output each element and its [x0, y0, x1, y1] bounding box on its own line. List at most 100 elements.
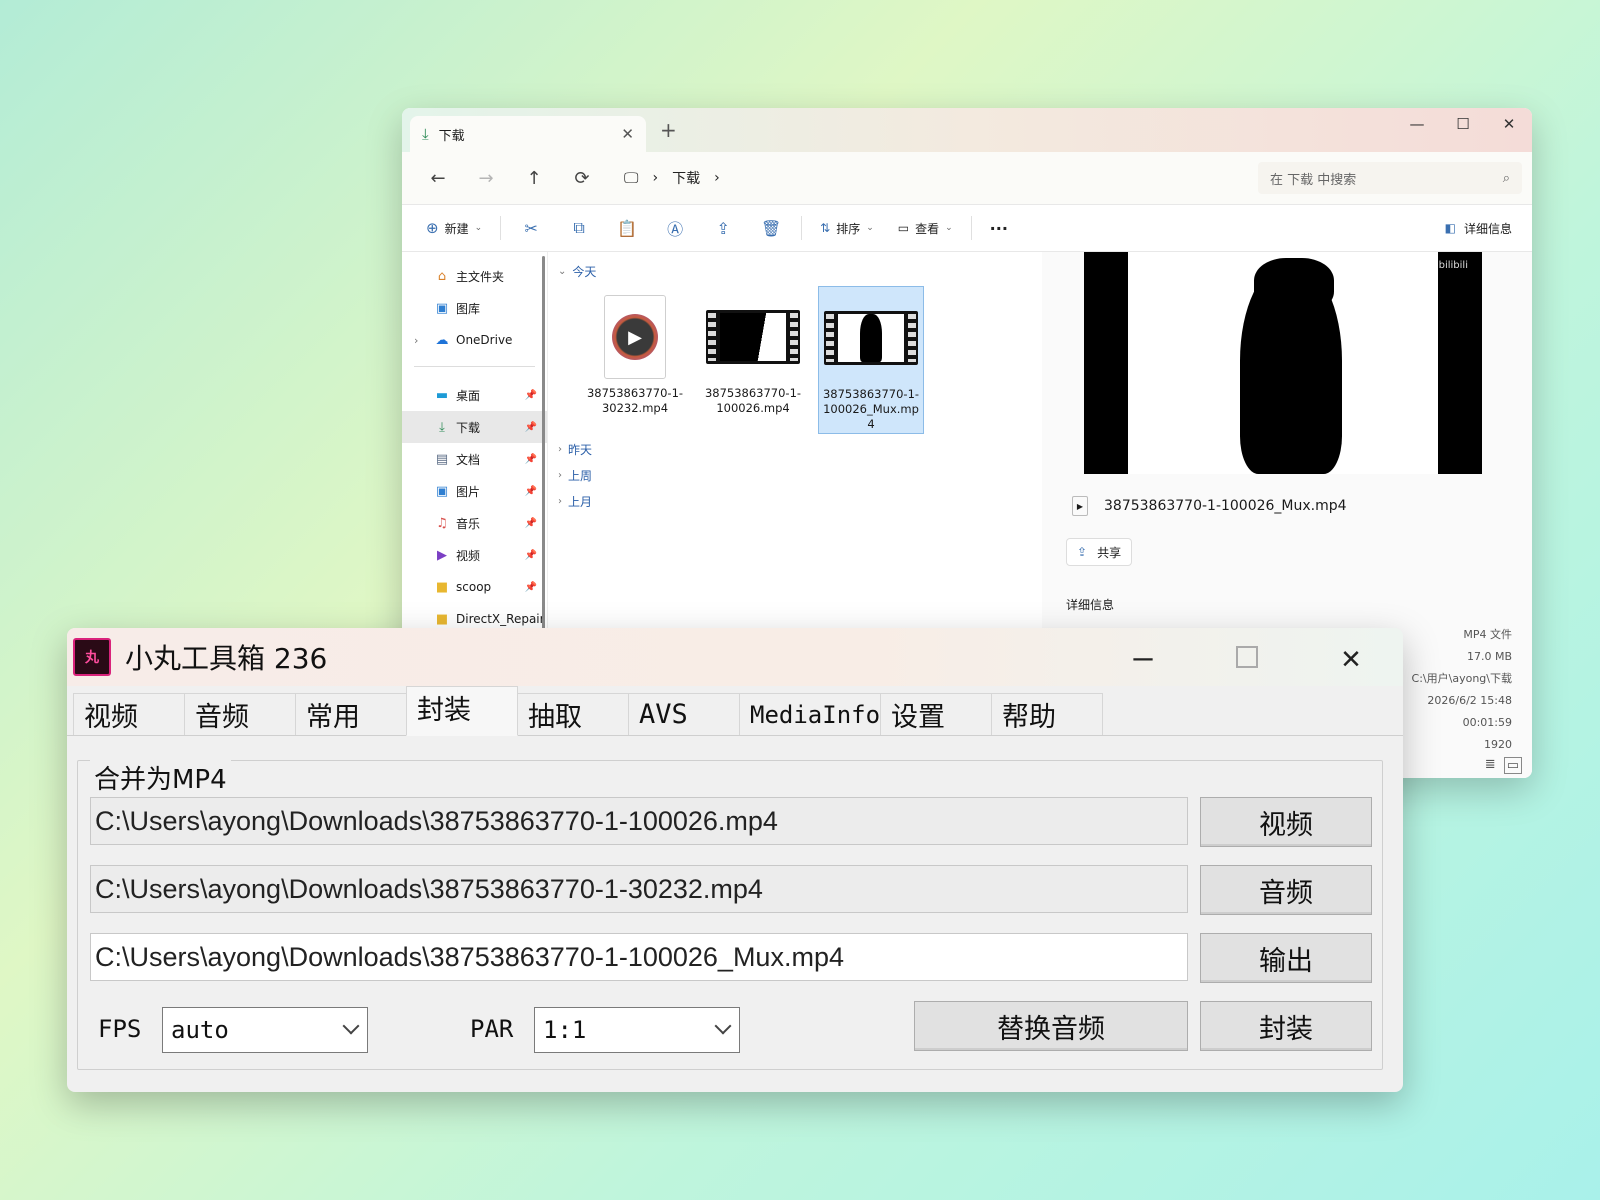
sidebar-item-pictures[interactable]: ▣ 图片 📌: [402, 475, 547, 507]
details-pane-button[interactable]: ◧ 详细信息: [1445, 220, 1512, 237]
view-button[interactable]: ▭ 查看 ⌄: [886, 212, 965, 244]
tab-settings[interactable]: 设置: [880, 693, 992, 735]
explorer-tab[interactable]: ⤓ 下载 ✕: [410, 116, 646, 152]
tab-close-icon[interactable]: ✕: [621, 125, 634, 143]
chevron-down-icon: ⌄: [866, 223, 874, 233]
group-header-last-month[interactable]: › 上月: [558, 492, 1032, 510]
sidebar-item-gallery[interactable]: ▣ 图库: [402, 292, 547, 324]
sidebar-item-scoop[interactable]: ■ scoop 📌: [402, 571, 547, 603]
divider: [414, 366, 535, 367]
fps-select[interactable]: auto: [162, 1007, 368, 1053]
par-select[interactable]: 1:1: [534, 1007, 740, 1053]
list-view-icon[interactable]: ≣: [1485, 757, 1496, 774]
search-placeholder: 在 下载 中搜索: [1270, 172, 1357, 188]
breadcrumb-separator[interactable]: ›: [652, 170, 658, 186]
sidebar-item-music[interactable]: ♫ 音乐 📌: [402, 507, 547, 539]
video-icon: ▶: [437, 547, 447, 563]
address-bar: ← → ↑ ⟳ 🖵 › 下载 › 在 下载 中搜索 ⌕: [402, 152, 1532, 204]
sidebar-item-label: 视频: [456, 548, 481, 563]
minimize-icon[interactable]: —: [1394, 108, 1440, 140]
sidebar-item-label: 图库: [456, 301, 481, 316]
share-button[interactable]: ⇪ 共享: [1066, 538, 1133, 566]
toolbox-window: 丸 小丸工具箱 236 — ✕ 视频 音频 常用 封装 抽取 AVS Media…: [67, 628, 1403, 1092]
video-path-field[interactable]: C:\Users\ayong\Downloads\38753863770-1-1…: [90, 797, 1188, 845]
cut-icon[interactable]: ✂: [507, 219, 555, 238]
divider: [500, 216, 502, 240]
chevron-down-icon: [714, 1017, 732, 1035]
sort-button[interactable]: ⇅ 排序 ⌄: [808, 212, 886, 244]
sidebar-item-downloads[interactable]: ⤓ 下载 📌: [402, 411, 547, 443]
share-icon[interactable]: ⇪: [699, 219, 747, 238]
tab-strip: 视频 音频 常用 封装 抽取 AVS MediaInfo 设置 帮助: [67, 686, 1403, 736]
forward-arrow-icon[interactable]: →: [462, 168, 510, 189]
audio-button[interactable]: 音频: [1200, 865, 1372, 915]
tab-mediainfo[interactable]: MediaInfo: [739, 693, 881, 735]
delete-icon[interactable]: 🗑: [747, 219, 795, 238]
details-label: 详细信息: [1463, 221, 1512, 236]
chevron-right-icon[interactable]: ›: [414, 334, 418, 347]
tile-view-icon[interactable]: ▭: [1503, 757, 1522, 774]
chevron-right-icon: ›: [558, 495, 562, 507]
tab-avs[interactable]: AVS: [628, 693, 740, 735]
breadcrumb[interactable]: 🖵 › 下载 ›: [624, 168, 720, 188]
folder-icon: ■: [435, 611, 449, 627]
details-pane-icon: ◧: [1444, 221, 1456, 235]
replace-audio-button[interactable]: 替换音频: [914, 1001, 1188, 1051]
tab-common[interactable]: 常用: [295, 693, 407, 735]
maximize-icon[interactable]: ☐: [1440, 108, 1486, 140]
output-path-field[interactable]: C:\Users\ayong\Downloads\38753863770-1-1…: [90, 933, 1188, 981]
file-item-selected[interactable]: 38753863770-1-100026_Mux.mp4: [818, 286, 924, 434]
desktop-icon: ▬: [435, 387, 449, 403]
sidebar-item-onedrive[interactable]: › ☁ OneDrive: [402, 324, 547, 356]
tab-mux[interactable]: 封装: [406, 686, 518, 736]
video-button[interactable]: 视频: [1200, 797, 1372, 847]
back-arrow-icon[interactable]: ←: [414, 168, 462, 189]
up-arrow-icon[interactable]: ↑: [510, 168, 558, 189]
scrollbar[interactable]: [542, 256, 545, 636]
group-header-yesterday[interactable]: › 昨天: [558, 440, 1032, 458]
maximize-icon[interactable]: [1195, 646, 1299, 668]
file-item[interactable]: 38753863770-1-100026.mp4: [700, 286, 806, 434]
paste-icon[interactable]: 📋: [603, 219, 651, 238]
sidebar-item-documents[interactable]: ▤ 文档 📌: [402, 443, 547, 475]
breadcrumb-downloads[interactable]: 下载: [672, 168, 700, 188]
audio-path-field[interactable]: C:\Users\ayong\Downloads\38753863770-1-3…: [90, 865, 1188, 913]
rename-icon[interactable]: Ⓐ: [651, 216, 699, 240]
sidebar-item-label: 主文件夹: [456, 269, 505, 284]
sidebar-item-label: DirectX_Repair: [456, 612, 545, 626]
close-icon[interactable]: ✕: [1299, 638, 1403, 676]
sidebar-item-label: scoop: [456, 580, 492, 594]
output-button[interactable]: 输出: [1200, 933, 1372, 983]
file-name: 38753863770-1-100026.mp4: [704, 386, 802, 415]
app-logo-icon: 丸: [73, 638, 111, 676]
preview-file-name-text: 38753863770-1-100026_Mux.mp4: [1104, 498, 1347, 514]
sidebar-item-home[interactable]: ⌂ 主文件夹: [402, 260, 547, 292]
tab-help[interactable]: 帮助: [991, 693, 1103, 735]
more-options-button[interactable]: ···: [978, 212, 1020, 244]
minimize-icon[interactable]: —: [1091, 638, 1195, 676]
breadcrumb-separator[interactable]: ›: [714, 170, 720, 186]
refresh-icon[interactable]: ⟳: [558, 168, 606, 189]
media-file-icon: ▶: [1072, 496, 1088, 516]
close-icon[interactable]: ✕: [1486, 108, 1532, 140]
tab-extract[interactable]: 抽取: [517, 693, 629, 735]
sidebar-item-desktop[interactable]: ▬ 桌面 📌: [402, 379, 547, 411]
share-label: 共享: [1097, 545, 1122, 560]
sidebar-item-videos[interactable]: ▶ 视频 📌: [402, 539, 547, 571]
tab-video[interactable]: 视频: [73, 693, 185, 735]
new-label: 新建: [444, 221, 469, 236]
group-header-today[interactable]: ⌄ 今天: [558, 262, 1032, 280]
output-row: C:\Users\ayong\Downloads\38753863770-1-1…: [90, 933, 1372, 983]
pin-icon: 📌: [524, 389, 537, 401]
tab-audio[interactable]: 音频: [184, 693, 296, 735]
new-button[interactable]: ⊕ 新建 ⌄: [414, 212, 494, 244]
mux-button[interactable]: 封装: [1200, 1001, 1372, 1051]
computer-icon[interactable]: 🖵: [624, 169, 638, 187]
file-item[interactable]: ▶ 38753863770-1-30232.mp4: [582, 286, 688, 434]
letterbox-bar: [1438, 252, 1482, 474]
search-input[interactable]: 在 下载 中搜索 ⌕: [1258, 162, 1522, 194]
copy-icon[interactable]: ⧉: [555, 218, 603, 238]
group-header-last-week[interactable]: › 上周: [558, 466, 1032, 484]
new-tab-button[interactable]: +: [660, 118, 677, 142]
video-row: C:\Users\ayong\Downloads\38753863770-1-1…: [90, 797, 1372, 847]
